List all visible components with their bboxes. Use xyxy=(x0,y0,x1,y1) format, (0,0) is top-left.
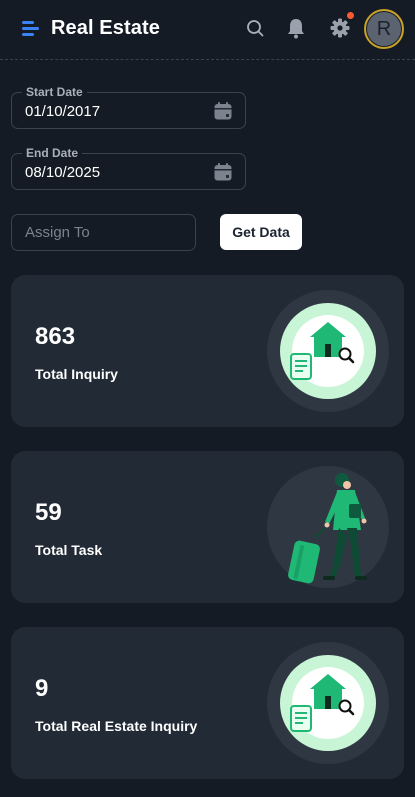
card-label: Total Task xyxy=(35,542,103,558)
end-date-field[interactable]: End Date 08/10/2025 xyxy=(11,146,246,190)
end-date-label: End Date xyxy=(22,146,83,160)
bell-icon[interactable] xyxy=(285,16,307,40)
gear-icon[interactable] xyxy=(329,16,351,40)
card-label: Total Real Estate Inquiry xyxy=(35,718,198,734)
notification-dot xyxy=(347,12,354,19)
avatar[interactable]: R xyxy=(364,9,404,49)
start-date-field[interactable]: Start Date 01/10/2017 xyxy=(11,85,246,129)
card-value: 863 xyxy=(35,323,76,350)
house-search-icon xyxy=(267,642,389,764)
total-task-card: 59 Total Task xyxy=(11,451,404,603)
get-data-button[interactable]: Get Data xyxy=(220,214,302,250)
total-real-estate-inquiry-card: 9 Total Real Estate Inquiry xyxy=(11,627,404,779)
assign-to-input[interactable] xyxy=(11,214,196,251)
app-title: Real Estate xyxy=(51,17,160,39)
search-icon[interactable] xyxy=(244,16,266,40)
card-value: 9 xyxy=(35,675,49,702)
card-label: Total Inquiry xyxy=(35,366,118,382)
calendar-icon[interactable] xyxy=(213,162,233,182)
start-date-label: Start Date xyxy=(22,85,87,99)
app-header: Real Estate R xyxy=(0,0,415,60)
total-inquiry-card: 863 Total Inquiry xyxy=(11,275,404,427)
house-search-icon xyxy=(267,290,389,412)
calendar-icon[interactable] xyxy=(213,101,233,121)
card-value: 59 xyxy=(35,499,62,526)
menu-icon[interactable] xyxy=(22,21,40,37)
start-date-value: 01/10/2017 xyxy=(25,103,101,120)
woman-luggage-icon xyxy=(267,466,389,588)
end-date-value: 08/10/2025 xyxy=(25,164,101,181)
